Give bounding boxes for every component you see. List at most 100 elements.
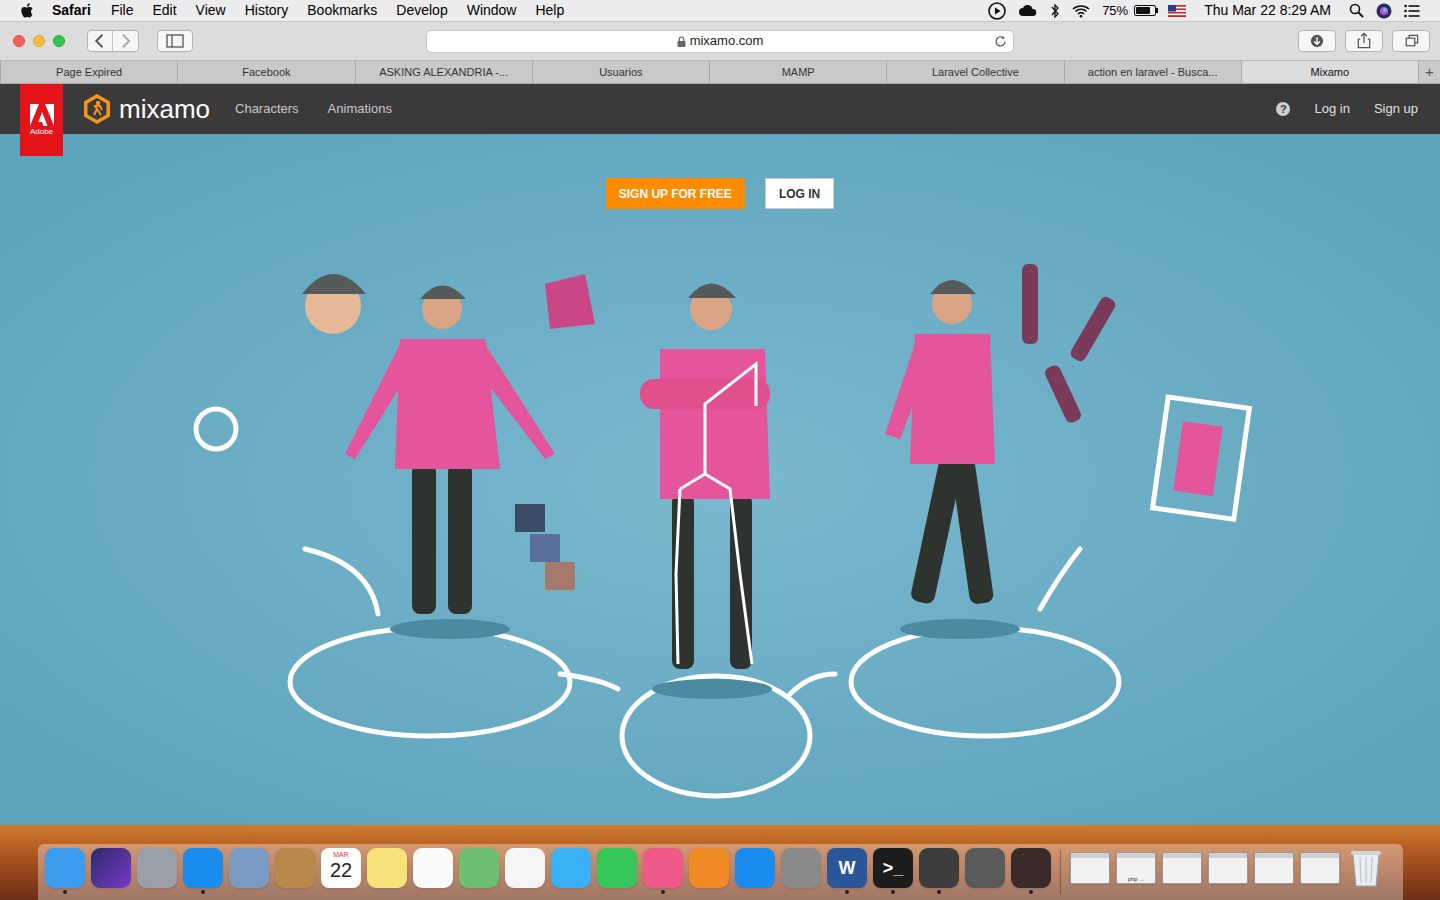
play-icon[interactable] bbox=[988, 2, 1006, 20]
dock-item[interactable] bbox=[274, 844, 316, 894]
dock-item[interactable]: php ... bbox=[1115, 844, 1157, 890]
new-tab-button[interactable]: + bbox=[1418, 61, 1440, 83]
dock-item[interactable] bbox=[1161, 844, 1203, 890]
word-icon[interactable]: W bbox=[827, 848, 867, 888]
forward-icon[interactable] bbox=[113, 31, 138, 51]
launchpad-icon[interactable] bbox=[137, 848, 177, 888]
downloads-icon[interactable] bbox=[1298, 30, 1336, 52]
mixamo-logo[interactable]: mixamo bbox=[82, 93, 210, 125]
finder-icon[interactable] bbox=[45, 848, 85, 888]
battery-icon[interactable] bbox=[1134, 5, 1156, 16]
preview-icon[interactable] bbox=[229, 848, 269, 888]
dock-item[interactable] bbox=[90, 844, 132, 894]
dock-item[interactable] bbox=[412, 844, 454, 894]
browser-tab[interactable]: Laravel Collective bbox=[886, 61, 1063, 83]
app-store-icon[interactable] bbox=[735, 848, 775, 888]
menu-item[interactable]: History bbox=[245, 0, 289, 21]
reminders-icon[interactable] bbox=[413, 848, 453, 888]
apple-icon[interactable] bbox=[20, 3, 34, 19]
siri-app-icon[interactable] bbox=[91, 848, 131, 888]
zoom-button[interactable] bbox=[53, 35, 65, 47]
creative-cloud-icon[interactable] bbox=[1018, 3, 1038, 19]
contacts-icon[interactable] bbox=[275, 848, 315, 888]
minimized-window-icon[interactable] bbox=[1162, 852, 1202, 884]
safari-icon[interactable] bbox=[183, 848, 223, 888]
back-icon[interactable] bbox=[88, 31, 113, 51]
tableplus-icon[interactable] bbox=[965, 848, 1005, 888]
us-flag-icon[interactable] bbox=[1168, 5, 1186, 17]
help-icon[interactable]: ? bbox=[1276, 102, 1290, 116]
browser-tab[interactable]: ASKING ALEXANDRIA -... bbox=[355, 61, 532, 83]
search-icon[interactable] bbox=[1349, 3, 1364, 18]
menu-item[interactable]: Edit bbox=[152, 0, 176, 21]
dock-item[interactable] bbox=[918, 844, 960, 894]
log-in-button[interactable]: LOG IN bbox=[765, 178, 834, 209]
dock-item[interactable] bbox=[1069, 844, 1111, 890]
terminal-icon[interactable]: >_ bbox=[873, 848, 913, 888]
app-menu[interactable]: Safari bbox=[52, 0, 91, 21]
dock-item[interactable] bbox=[136, 844, 178, 894]
itunes-icon[interactable] bbox=[643, 848, 683, 888]
messages-icon[interactable] bbox=[551, 848, 591, 888]
system-preferences-icon[interactable] bbox=[781, 848, 821, 888]
dock-item[interactable] bbox=[1207, 844, 1249, 890]
nav-link[interactable]: Characters bbox=[235, 99, 299, 119]
dock-item[interactable]: W bbox=[826, 844, 868, 894]
close-button[interactable] bbox=[13, 35, 25, 47]
dock-item[interactable] bbox=[964, 844, 1006, 894]
browser-tab[interactable]: Mixamo bbox=[1241, 61, 1418, 83]
sidebar-icon[interactable] bbox=[157, 30, 193, 52]
facetime-icon[interactable] bbox=[597, 848, 637, 888]
menu-item[interactable]: Develop bbox=[396, 0, 447, 21]
dock-item[interactable]: >_ bbox=[872, 844, 914, 894]
sublime-text-icon[interactable] bbox=[919, 848, 959, 888]
browser-tab[interactable]: Usuarios bbox=[532, 61, 709, 83]
menu-item[interactable]: Bookmarks bbox=[307, 0, 377, 21]
ibooks-icon[interactable] bbox=[689, 848, 729, 888]
reload-icon[interactable] bbox=[994, 35, 1007, 48]
menu-item[interactable]: File bbox=[111, 0, 134, 21]
dock-item[interactable] bbox=[550, 844, 592, 894]
photo-booth-icon[interactable] bbox=[1011, 848, 1051, 888]
dock-item[interactable] bbox=[642, 844, 684, 894]
bluetooth-icon[interactable] bbox=[1050, 3, 1060, 19]
dock-item[interactable] bbox=[1299, 844, 1341, 890]
dock-item[interactable] bbox=[1253, 844, 1295, 890]
trash-icon[interactable] bbox=[1348, 848, 1384, 888]
minimized-window-icon[interactable] bbox=[1070, 852, 1110, 884]
address-text[interactable]: mixamo.com bbox=[690, 31, 764, 51]
dock-item[interactable]: MAR22 bbox=[320, 844, 362, 894]
browser-tab[interactable]: Facebook bbox=[177, 61, 354, 83]
address-bar[interactable]: mixamo.com bbox=[426, 30, 1014, 53]
dock-item[interactable] bbox=[688, 844, 730, 894]
adobe-badge[interactable]: Adobe bbox=[20, 84, 63, 156]
menu-item[interactable]: View bbox=[196, 0, 226, 21]
clock[interactable]: Thu Mar 22 8:29 AM bbox=[1204, 0, 1331, 21]
photos-icon[interactable] bbox=[505, 848, 545, 888]
minimized-window-icon[interactable] bbox=[1254, 852, 1294, 884]
browser-tab[interactable]: MAMP bbox=[709, 61, 886, 83]
maps-icon[interactable] bbox=[459, 848, 499, 888]
browser-tab[interactable]: Page Expired bbox=[0, 61, 177, 83]
login-link[interactable]: Log in bbox=[1314, 99, 1349, 119]
wifi-icon[interactable] bbox=[1072, 4, 1090, 18]
browser-tab[interactable]: action en laravel - Busca... bbox=[1064, 61, 1241, 83]
share-icon[interactable] bbox=[1345, 30, 1383, 52]
siri-icon[interactable] bbox=[1376, 3, 1392, 19]
dock-item[interactable] bbox=[44, 844, 86, 894]
show-all-tabs-icon[interactable] bbox=[1392, 30, 1430, 52]
nav-link[interactable]: Animations bbox=[328, 99, 392, 119]
dock-item[interactable] bbox=[366, 844, 408, 894]
dock-item[interactable] bbox=[458, 844, 500, 894]
dock-item[interactable] bbox=[182, 844, 224, 894]
dock-item[interactable] bbox=[504, 844, 546, 894]
menu-item[interactable]: Window bbox=[467, 0, 517, 21]
dock-item[interactable] bbox=[1010, 844, 1052, 894]
dock-item[interactable] bbox=[1345, 844, 1387, 894]
calendar-icon[interactable]: MAR22 bbox=[321, 848, 361, 888]
menu-item[interactable]: Help bbox=[535, 0, 564, 21]
dock-item[interactable] bbox=[228, 844, 270, 894]
signup-link[interactable]: Sign up bbox=[1374, 99, 1418, 119]
dock-item[interactable] bbox=[734, 844, 776, 894]
dock-item[interactable] bbox=[780, 844, 822, 894]
